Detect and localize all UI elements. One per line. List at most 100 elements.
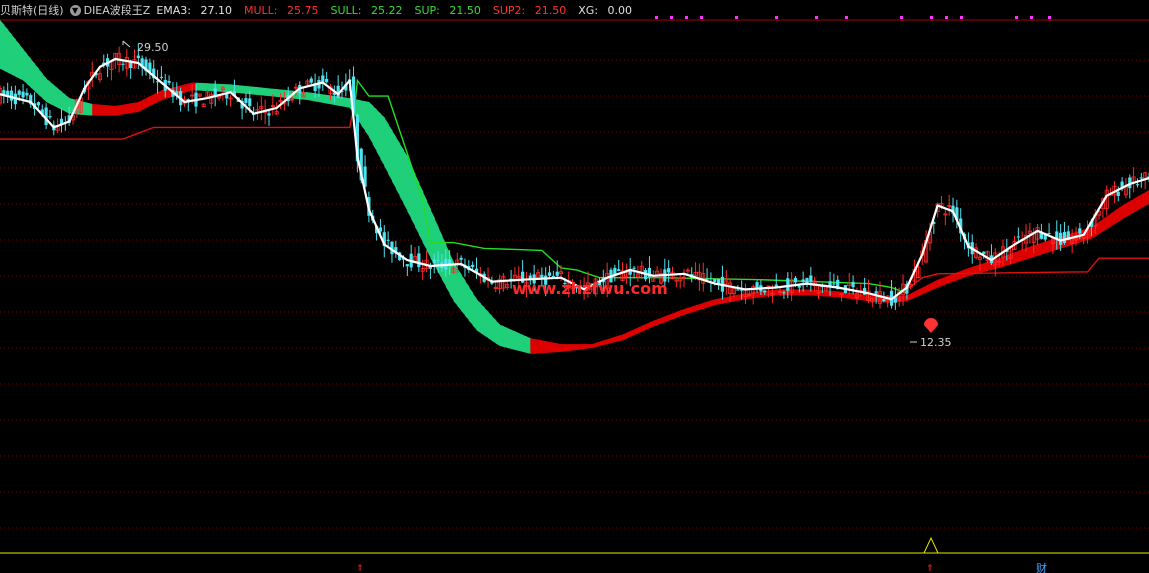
ribbon-segment: [1026, 246, 1031, 260]
candle-body-down: [248, 98, 252, 107]
ribbon-segment: [342, 97, 347, 108]
candle-body-down: [36, 102, 41, 106]
xg-signal-spike: [923, 536, 939, 554]
ribbon-segment: [1141, 192, 1146, 208]
ribbon-segment: [699, 302, 704, 310]
ribbon-segment: [1110, 210, 1116, 227]
candle-body-down: [786, 278, 790, 291]
ribbon-segment: [710, 299, 716, 307]
indicator-name[interactable]: DIEA波段王Z: [84, 2, 151, 18]
ribbon-segment: [657, 317, 662, 326]
candle-body-down: [1135, 184, 1140, 186]
ribbon-segment: [3, 24, 9, 73]
high-price-label: 29.50: [137, 41, 169, 54]
ribbon-segment: [365, 101, 370, 138]
ribbon-segment: [476, 299, 481, 334]
support-line: [0, 107, 355, 140]
ribbon-segment: [464, 280, 470, 321]
field-sull: SULL: 25.22: [330, 3, 403, 17]
ribbon-segment: [30, 59, 36, 92]
ribbon-segment: [830, 290, 835, 297]
ribbon-segment: [772, 289, 777, 296]
ribbon-segment: [599, 340, 604, 347]
ribbon-segment: [19, 44, 24, 81]
ribbon-segment: [1014, 250, 1019, 264]
ribbon-segment: [933, 279, 939, 290]
ribbon-segment: [945, 275, 950, 285]
field-sup: SUP: 21.50: [414, 3, 481, 17]
ribbon-segment: [979, 263, 985, 273]
ribbon-segment: [226, 84, 232, 93]
ribbon-segment: [607, 337, 612, 345]
ribbon-segment: [126, 103, 132, 114]
candle-body-down: [1116, 191, 1120, 197]
ribbon-segment: [956, 270, 962, 281]
ribbon-segment: [107, 105, 113, 116]
ribbon-segment: [660, 316, 666, 324]
ribbon-segment: [568, 344, 574, 351]
candle-body-down: [832, 283, 836, 285]
ribbon-segment: [345, 97, 351, 108]
ribbon-segment: [1122, 203, 1127, 220]
ribbon-segment: [480, 303, 485, 336]
ribbon-segment: [238, 85, 243, 94]
ribbon-segment: [541, 340, 547, 354]
candle-body-down: [136, 55, 140, 59]
ribbon-segment: [142, 98, 147, 110]
ribbon-segment: [1114, 208, 1119, 225]
buy-signal-badge: [924, 318, 938, 333]
ribbon-segment: [714, 298, 720, 306]
ribbon-segment: [1145, 190, 1149, 206]
candle-body-down: [436, 260, 440, 262]
ribbon-segment: [307, 92, 312, 101]
ribbon-segment: [684, 307, 689, 315]
indicator-lines: [0, 78, 1149, 294]
ribbon-segment: [906, 293, 912, 302]
signal-subpanel: ⇑ ⇑ 财: [0, 536, 1149, 573]
ribbon-segment: [641, 324, 647, 332]
ribbon-segment: [57, 88, 63, 110]
ribbon-segment: [1125, 201, 1131, 217]
candle-body-down: [805, 277, 809, 284]
candle-body-down: [763, 290, 767, 293]
ribbon-segment: [111, 105, 116, 116]
ribbon-segment: [918, 287, 923, 297]
ribbon-segment: [553, 342, 558, 353]
chart-stage: 29.50 12.35 www.zhzfwu.com ⇑ ⇑ 财 贝斯特(日线)…: [0, 0, 1149, 573]
ribbon-segment: [1045, 240, 1050, 254]
ribbon-segment: [733, 294, 739, 302]
candle-body-down: [632, 267, 636, 269]
ribbon-segment: [626, 330, 631, 339]
watermark-text: www.zhzfwu.com: [512, 279, 668, 298]
ribbon-segment: [922, 285, 927, 295]
ribbon-segment: [157, 90, 162, 102]
candle-body-down: [736, 289, 740, 291]
stock-title[interactable]: 贝斯特(日线): [0, 2, 64, 18]
candle-body-down: [471, 264, 475, 267]
ribbon-segment: [576, 344, 581, 350]
ribbon-segment: [303, 91, 309, 101]
ribbon-segment: [457, 268, 462, 311]
ribbon-segment: [676, 310, 681, 318]
candle-body-down: [432, 259, 436, 264]
sell-marker-1: ⇑: [356, 564, 364, 573]
ribbon-segment: [7, 29, 13, 75]
ribbon-segment: [649, 320, 654, 329]
ribbon-segment: [591, 342, 597, 348]
candle-body-down: [9, 90, 14, 101]
ribbon-segment: [207, 83, 212, 92]
chevron-down-icon[interactable]: ▼: [69, 4, 81, 16]
candle-body-down: [828, 281, 832, 286]
candle-body-down: [717, 279, 721, 284]
candle-body-down: [882, 299, 886, 302]
sell-marker-2: ⇑: [926, 564, 934, 573]
ribbon-segment: [630, 329, 635, 337]
field-xg: XG: 0.00: [578, 3, 633, 17]
ribbon-segment: [484, 307, 489, 339]
ribbon-segment: [46, 78, 51, 104]
high-marker-arrow: [122, 40, 131, 48]
ribbon-segment: [622, 332, 627, 341]
ribbon-segment: [1095, 221, 1100, 237]
candle-body-down: [121, 63, 125, 65]
ribbon-layer: [0, 20, 1149, 354]
